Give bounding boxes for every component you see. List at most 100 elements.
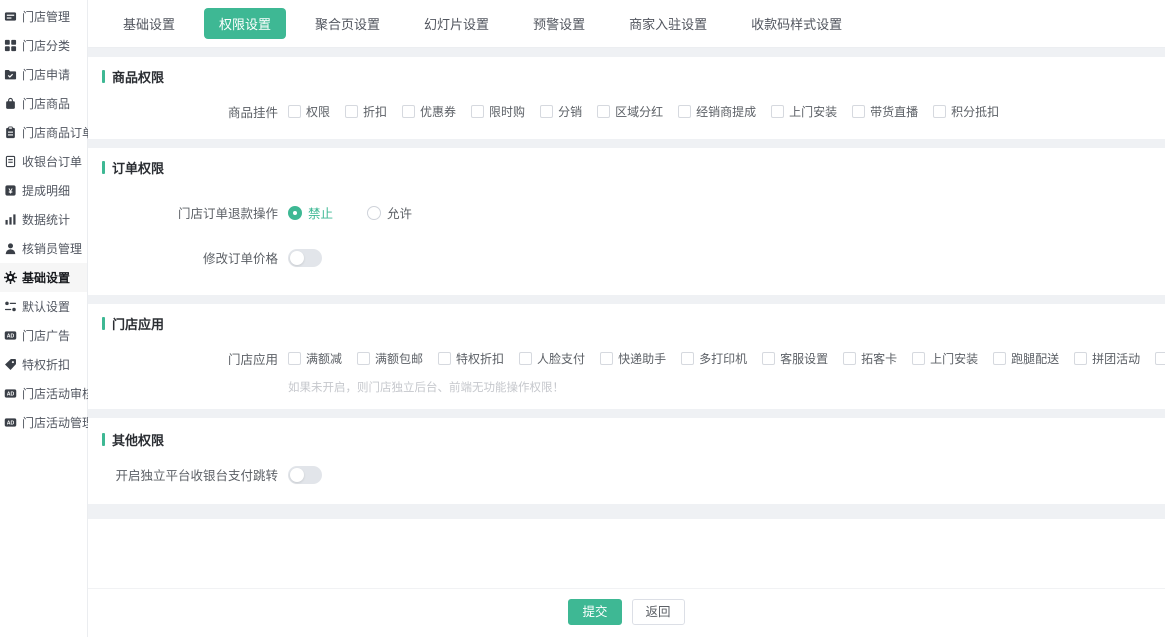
checkbox-label: 特权折扣 xyxy=(456,350,504,367)
sidebar-item[interactable]: 核销员管理 xyxy=(0,234,87,263)
checkbox-label: 快递助手 xyxy=(618,350,666,367)
checkbox-icon xyxy=(357,352,370,365)
section-order-permissions: 订单权限 门店订单退款操作 禁止 允许 xyxy=(88,148,1165,295)
settings-tab[interactable]: 权限设置 xyxy=(204,8,286,39)
app-window: 门店管理 门店分类 门店申请 门店商品 门店商品订单 xyxy=(0,0,1165,637)
checkbox-label: 跑腿配送 xyxy=(1011,350,1059,367)
checkbox-icon xyxy=(912,352,925,365)
sidebar-item-label: 基础设置 xyxy=(22,269,70,286)
checkbox-option[interactable]: 拼团活动 xyxy=(1074,350,1140,367)
checkbox-option[interactable]: 优惠券 xyxy=(402,103,456,120)
radio-icon xyxy=(288,206,302,220)
checkbox-label: 上门安装 xyxy=(789,103,837,120)
radio-icon xyxy=(367,206,381,220)
settings-tab[interactable]: 预警设置 xyxy=(518,8,600,39)
store-apps-checkbox-group: 满额减 满额包邮 特权折扣 xyxy=(288,350,1165,367)
modify-order-price-toggle[interactable] xyxy=(288,249,322,267)
checkbox-option[interactable]: 多打印机 xyxy=(681,350,747,367)
tab-label: 基础设置 xyxy=(123,17,175,32)
checkbox-label: 限时购 xyxy=(489,103,525,120)
checkbox-label: 拓客卡 xyxy=(861,350,897,367)
sidebar-item[interactable]: AD 门店活动审核 xyxy=(0,379,87,408)
tag-icon xyxy=(3,358,18,372)
clipboard-icon xyxy=(3,126,18,140)
settings-tab[interactable]: 商家入驻设置 xyxy=(614,8,722,39)
checkbox-icon xyxy=(681,352,694,365)
checkbox-icon xyxy=(540,105,553,118)
checkbox-icon xyxy=(288,105,301,118)
checkbox-option[interactable]: 带货直播 xyxy=(852,103,918,120)
tab-label: 幻灯片设置 xyxy=(424,17,489,32)
checkbox-icon xyxy=(600,352,613,365)
independent-cashier-redirect-toggle[interactable] xyxy=(288,466,322,484)
checkbox-option[interactable]: 满额减 xyxy=(288,350,342,367)
settings-tab[interactable]: 基础设置 xyxy=(108,8,190,39)
settings-tab[interactable]: 幻灯片设置 xyxy=(409,8,504,39)
radio-option[interactable]: 禁止 xyxy=(288,203,333,222)
sidebar-item-label: 收银台订单 xyxy=(22,153,82,170)
checkbox-label: 分销 xyxy=(558,103,582,120)
checkbox-option[interactable]: 客服设置 xyxy=(762,350,828,367)
checkbox-icon xyxy=(519,352,532,365)
sidebar: 门店管理 门店分类 门店申请 门店商品 门店商品订单 xyxy=(0,0,88,637)
ad-icon: AD xyxy=(3,416,18,430)
checkbox-label: 多打印机 xyxy=(699,350,747,367)
sidebar-item-label: 门店商品订单 xyxy=(22,124,94,141)
sidebar-item-label: 门店分类 xyxy=(22,37,70,54)
checkbox-option[interactable]: 跑腿配送 xyxy=(993,350,1059,367)
sidebar-item[interactable]: 门店申请 xyxy=(0,60,87,89)
settings-tab[interactable]: 聚合页设置 xyxy=(300,8,395,39)
yen-square-icon: ¥ xyxy=(3,184,18,198)
radio-label: 禁止 xyxy=(308,203,333,222)
checkbox-option[interactable]: 人脸支付 xyxy=(519,350,585,367)
sidebar-item[interactable]: 特权折扣 xyxy=(0,350,87,379)
sidebar-item-label: 门店活动管理 xyxy=(22,414,94,431)
sidebar-item[interactable]: 数据统计 xyxy=(0,205,87,234)
sidebar-item[interactable]: 默认设置 xyxy=(0,292,87,321)
radio-option[interactable]: 允许 xyxy=(367,203,412,222)
checkbox-option[interactable]: 区域分红 xyxy=(597,103,663,120)
tab-label: 聚合页设置 xyxy=(315,17,380,32)
checkbox-option[interactable]: 折扣 xyxy=(345,103,387,120)
checkbox-option[interactable]: 满额包邮 xyxy=(357,350,423,367)
checkbox-option[interactable]: 上门安装 xyxy=(771,103,837,120)
checkbox-icon xyxy=(933,105,946,118)
checkbox-icon xyxy=(1155,352,1165,365)
sidebar-item[interactable]: AD 门店广告 xyxy=(0,321,87,350)
checkbox-option[interactable]: 特权折扣 xyxy=(438,350,504,367)
checkbox-label: 满额减 xyxy=(306,350,342,367)
checkbox-label: 人脸支付 xyxy=(537,350,585,367)
sidebar-item[interactable]: 门店商品 xyxy=(0,89,87,118)
section-product-permissions: 商品权限 商品挂件 权限 折扣 xyxy=(88,57,1165,139)
checkbox-label: 上门安装 xyxy=(930,350,978,367)
settings-tab[interactable]: 收款码样式设置 xyxy=(736,8,857,39)
sidebar-item[interactable]: 门店管理 xyxy=(0,2,87,31)
checkbox-option[interactable]: 积分抵扣 xyxy=(933,103,999,120)
back-button[interactable]: 返回 xyxy=(632,599,685,626)
sidebar-item[interactable]: AD 门店活动管理 xyxy=(0,408,87,437)
footer-spacer xyxy=(88,519,1165,588)
submit-button[interactable]: 提交 xyxy=(568,599,621,626)
sidebar-item[interactable]: 门店分类 xyxy=(0,31,87,60)
sidebar-item-label: 门店申请 xyxy=(22,66,70,83)
bar-chart-icon xyxy=(3,213,18,227)
checkbox-icon xyxy=(771,105,784,118)
field-label: 门店订单退款操作 xyxy=(102,203,278,222)
sidebar-item[interactable]: ¥ 提成明细 xyxy=(0,176,87,205)
sidebar-item[interactable]: 收银台订单 xyxy=(0,147,87,176)
checkbox-option[interactable]: 权限 xyxy=(288,103,330,120)
settings-tabbar: 基础设置 权限设置 聚合页设置 幻灯片设置 预警设置 xyxy=(88,0,1165,48)
checkbox-option[interactable]: 分销 xyxy=(540,103,582,120)
field-label: 修改订单价格 xyxy=(102,248,278,267)
checkbox-option[interactable]: 快递助手 xyxy=(600,350,666,367)
checkbox-option[interactable]: 限时购 xyxy=(471,103,525,120)
field-label: 商品挂件 xyxy=(102,102,278,121)
checkbox-option[interactable]: 经销商提成 xyxy=(678,103,756,120)
checkbox-option[interactable]: 上门安装 xyxy=(912,350,978,367)
checkbox-option[interactable]: 拓客卡 xyxy=(843,350,897,367)
sliders-icon xyxy=(3,300,18,314)
sidebar-item-label: 门店活动审核 xyxy=(22,385,94,402)
sidebar-item[interactable]: 门店商品订单 xyxy=(0,118,87,147)
sidebar-item[interactable]: 基础设置 xyxy=(0,263,87,292)
checkbox-option[interactable]: 预约商品 xyxy=(1155,350,1165,367)
